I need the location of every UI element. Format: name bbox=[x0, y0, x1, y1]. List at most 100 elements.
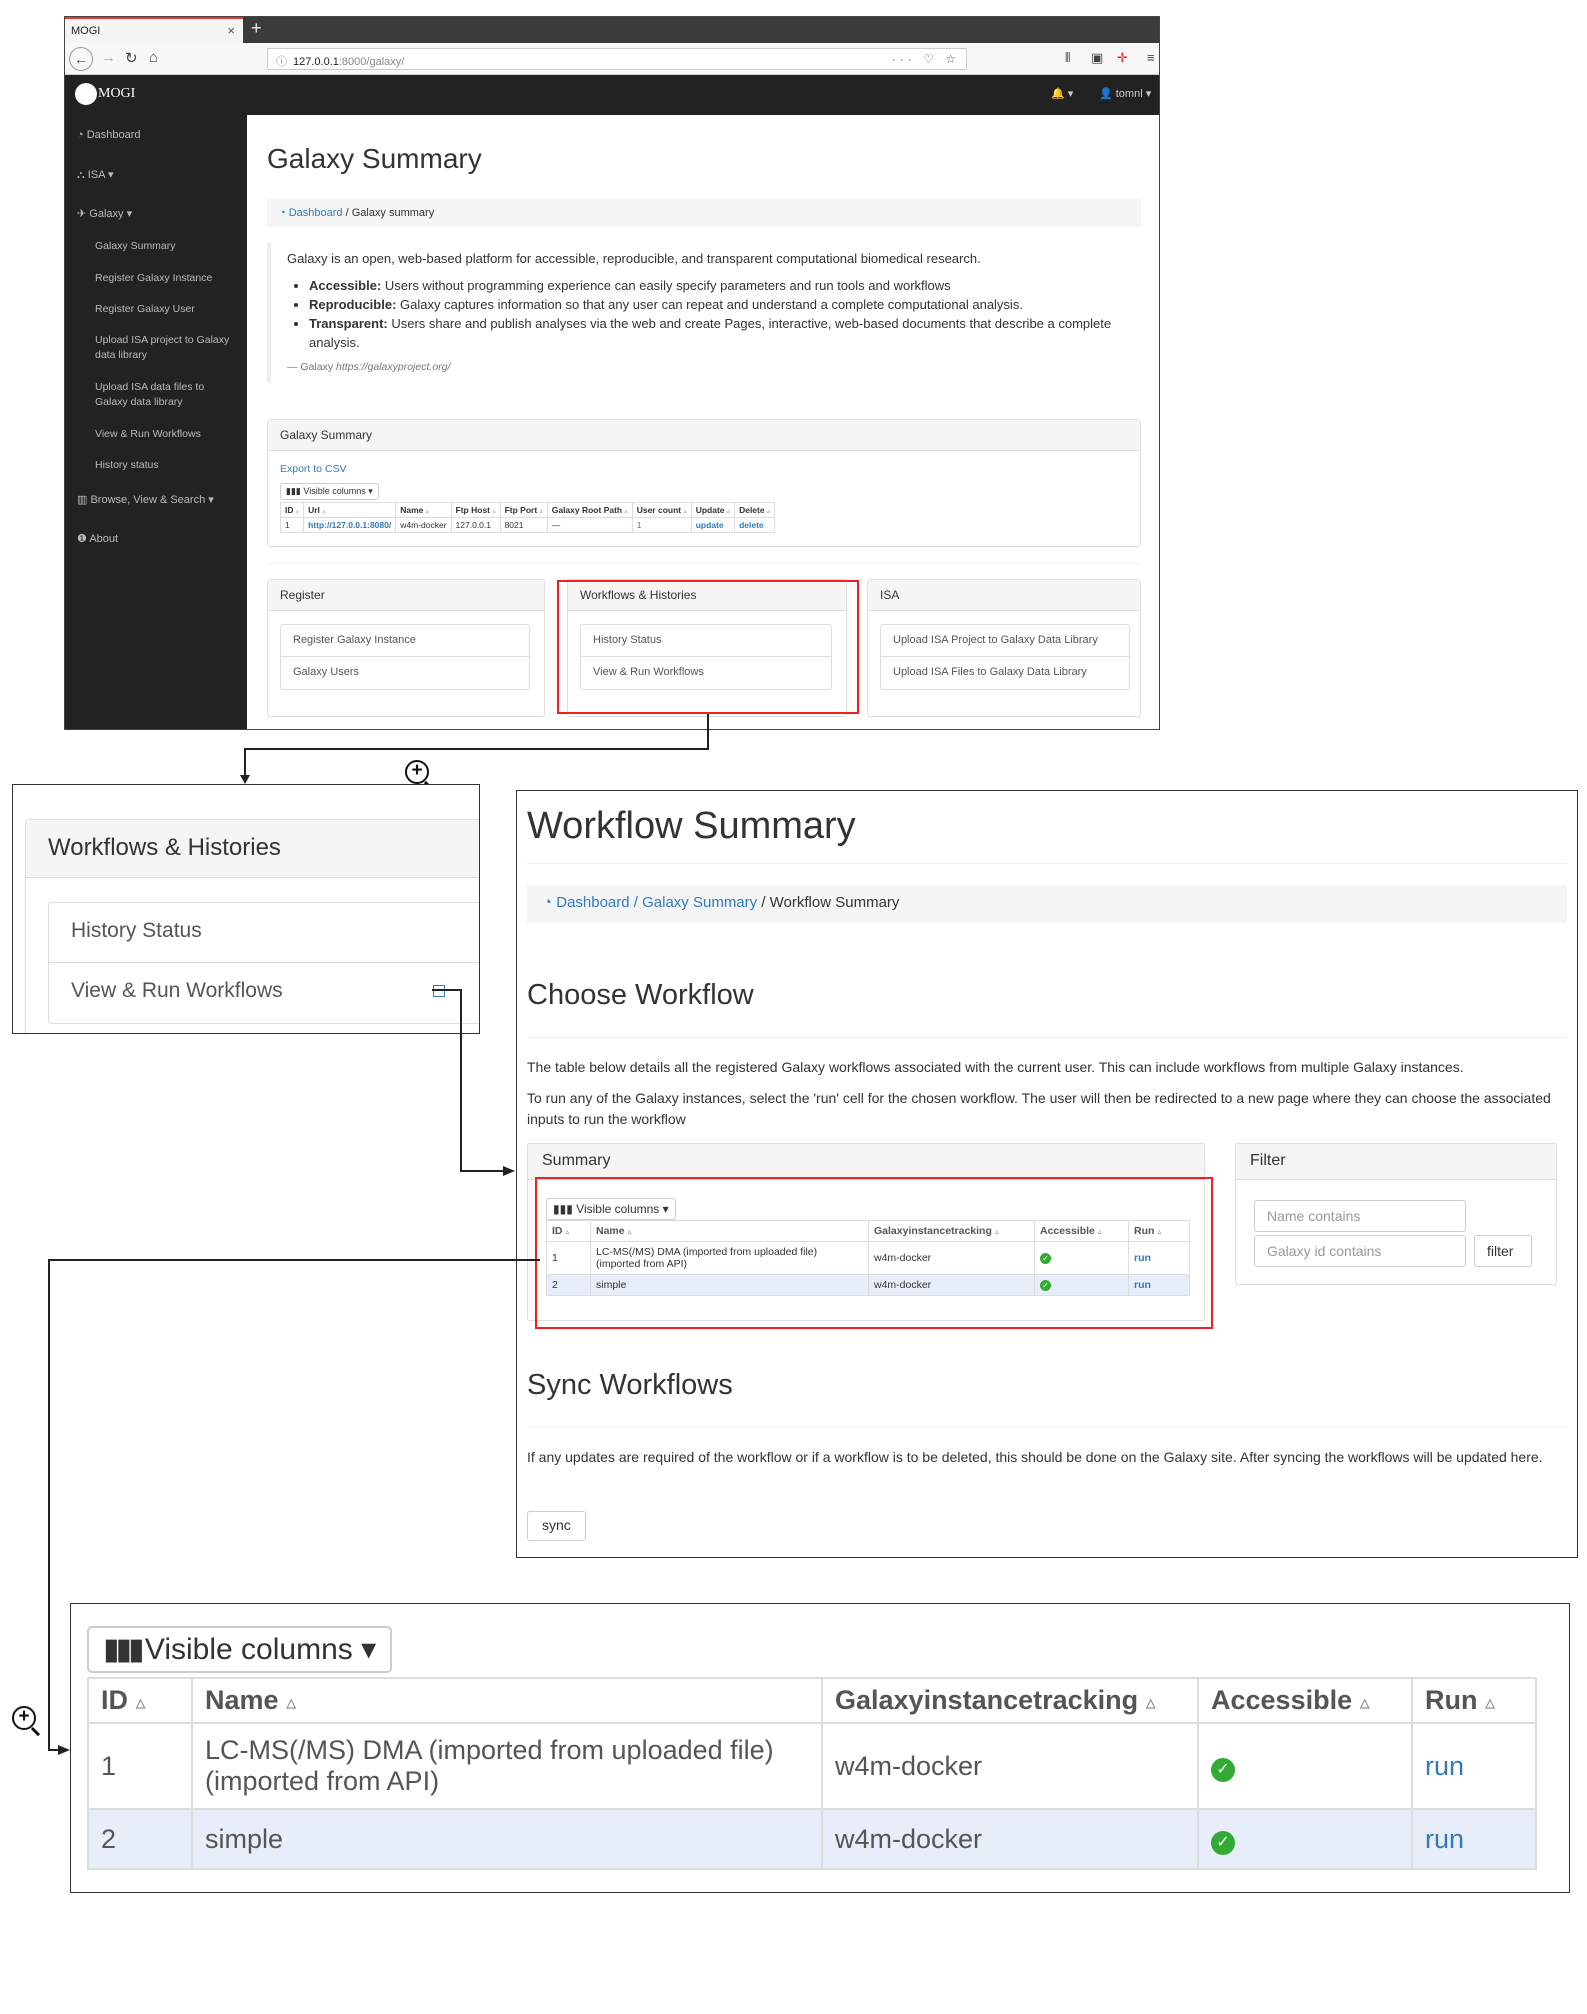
bullet-accessible: Accessible: Users without programming ex… bbox=[309, 276, 1125, 295]
col-url[interactable]: Url ▵ bbox=[303, 502, 397, 518]
connector-line bbox=[48, 1259, 50, 1751]
divider bbox=[527, 863, 1567, 864]
col-ftp-port[interactable]: Ftp Port ▵ bbox=[499, 502, 548, 518]
sidebar-item-register-galaxy-instance[interactable]: Register Galaxy Instance bbox=[95, 271, 235, 286]
col-name[interactable]: Name ▵ bbox=[191, 1677, 823, 1724]
bell-icon[interactable]: 🔔 ▾ bbox=[1051, 87, 1073, 100]
table-row: 1 LC-MS(/MS) DMA (imported from uploaded… bbox=[87, 1722, 1537, 1810]
url-actions[interactable]: ··· ♡ ☆ bbox=[892, 52, 960, 66]
panel-title: Galaxy Summary bbox=[268, 420, 1140, 451]
sidebar-item-browse[interactable]: ▥ Browse, View & Search ▾ bbox=[77, 493, 214, 506]
sidebar-item-view-run-workflows[interactable]: View & Run Workflows bbox=[95, 427, 235, 442]
app-navbar: MOGI 🔔 ▾ 👤 tomnl ▾ bbox=[65, 75, 1159, 115]
zoom-in-icon: + bbox=[405, 760, 429, 784]
zoom-panel-table: ▮▮▮ Visible columns ▾ ID ▵ Name ▵ Galaxy… bbox=[70, 1603, 1570, 1893]
visible-columns-button[interactable]: ▮▮▮ Visible columns ▾ bbox=[280, 483, 379, 500]
connector-line bbox=[707, 714, 709, 750]
sidebar-item-dashboard[interactable]: ◔ Dashboard bbox=[77, 129, 141, 141]
list-item-view-run-workflows[interactable]: View & Run Workflows bbox=[49, 963, 479, 1023]
sidebar-item-register-galaxy-user[interactable]: Register Galaxy User bbox=[95, 302, 235, 317]
filter-button[interactable]: filter bbox=[1474, 1235, 1532, 1267]
check-circle-icon: ✓ bbox=[1211, 1758, 1235, 1782]
register-panel: Register Register Galaxy Instance Galaxy… bbox=[267, 579, 545, 717]
columns-icon: ▮▮▮ bbox=[286, 486, 304, 496]
col-delete[interactable]: Delete ▵ bbox=[734, 502, 776, 518]
galaxy-bullets: Accessible: Users without programming ex… bbox=[309, 276, 1125, 352]
sync-button[interactable]: sync bbox=[527, 1511, 586, 1541]
workflow-table-zoomed: ID ▵ Name ▵ Galaxyinstancetracking ▵ Acc… bbox=[87, 1677, 1537, 1870]
name-filter-input[interactable]: Name contains bbox=[1254, 1200, 1466, 1232]
library-icon[interactable]: ⫴ bbox=[1065, 50, 1070, 66]
sidebar-item-history-status[interactable]: History status bbox=[95, 458, 235, 473]
list-item-register-galaxy-instance[interactable]: Register Galaxy Instance bbox=[281, 625, 529, 657]
caret-down-icon: ▾ bbox=[107, 169, 114, 181]
url-bar[interactable]: ⓘ 127.0.0.1:8000/galaxy/ ··· ♡ ☆ bbox=[267, 48, 967, 70]
list-item-galaxy-users[interactable]: Galaxy Users bbox=[281, 657, 529, 689]
zoom-panel-workflows: Workflows & Histories History Status Vie… bbox=[12, 784, 480, 1034]
new-tab-icon[interactable]: + bbox=[251, 18, 262, 39]
col-run[interactable]: Run ▵ bbox=[1411, 1677, 1537, 1724]
filter-panel-title: Filter bbox=[1236, 1144, 1556, 1180]
bar-chart-icon: ▥ bbox=[77, 494, 91, 506]
col-accessible[interactable]: Accessible ▵ bbox=[1197, 1677, 1413, 1724]
table-row: 1 http://127.0.0.1:8080/ w4m-docker 127.… bbox=[279, 517, 776, 533]
list-item-history-status[interactable]: History Status bbox=[49, 903, 479, 963]
tab-title: MOGI bbox=[71, 25, 101, 37]
col-galaxy-root-path[interactable]: Galaxy Root Path ▵ bbox=[546, 502, 633, 518]
run-link[interactable]: run bbox=[1411, 1808, 1537, 1870]
sidebar-item-galaxy[interactable]: ✈ Galaxy ▾ bbox=[77, 207, 132, 220]
lifebuoy-icon[interactable]: ✛ bbox=[1117, 50, 1128, 66]
sidebar-item-upload-isa-files[interactable]: Upload ISA data files to Galaxy data lib… bbox=[95, 380, 235, 410]
sidebar: ◔ Dashboard ⛬ ISA ▾ ✈ Galaxy ▾ Galaxy Su… bbox=[65, 115, 247, 729]
caret-down-icon: ▾ bbox=[126, 208, 133, 220]
home-icon[interactable]: ⌂ bbox=[149, 49, 158, 66]
arrow-right-icon bbox=[58, 1745, 70, 1755]
sidebar-item-about[interactable]: ❶ About bbox=[77, 532, 118, 545]
list-item-upload-isa-project[interactable]: Upload ISA Project to Galaxy Data Librar… bbox=[881, 625, 1129, 657]
run-instructions: To run any of the Galaxy instances, sele… bbox=[527, 1090, 1551, 1127]
col-ftp-host[interactable]: Ftp Host ▵ bbox=[450, 502, 501, 518]
tab-bar: MOGI × + bbox=[65, 17, 1159, 43]
col-galaxyinstancetracking[interactable]: Galaxyinstancetracking ▵ bbox=[821, 1677, 1199, 1724]
galaxy-intro: Galaxy is an open, web-based platform fo… bbox=[287, 251, 981, 266]
breadcrumb-links[interactable]: Dashboard / Galaxy Summary bbox=[556, 894, 757, 911]
export-csv-link[interactable]: Export to CSV bbox=[280, 463, 1128, 475]
divider bbox=[267, 563, 1141, 564]
galaxy-table: ID ▵ Url ▵ Name ▵ Ftp Host ▵ Ftp Port ▵ … bbox=[279, 502, 776, 533]
divider bbox=[527, 1427, 1567, 1428]
page-title: Workflow Summary bbox=[527, 805, 856, 847]
bullet-reproducible: Reproducible: Galaxy captures informatio… bbox=[309, 295, 1125, 314]
arrow-forward-icon[interactable]: → bbox=[101, 49, 116, 66]
isa-list: Upload ISA Project to Galaxy Data Librar… bbox=[880, 624, 1130, 690]
col-user-count[interactable]: User count ▵ bbox=[631, 502, 692, 518]
sidebar-item-isa[interactable]: ⛬ ISA ▾ bbox=[77, 168, 113, 182]
update-link[interactable]: update bbox=[690, 517, 736, 533]
col-name[interactable]: Name ▵ bbox=[395, 502, 452, 518]
user-menu[interactable]: 👤 tomnl ▾ bbox=[1099, 87, 1151, 100]
browser-tab[interactable]: MOGI × bbox=[65, 17, 243, 43]
col-id[interactable]: ID ▵ bbox=[87, 1677, 193, 1724]
workflows-list-zoomed: History Status View & Run Workflows bbox=[48, 902, 479, 1024]
run-link[interactable]: run bbox=[1411, 1722, 1537, 1810]
col-id[interactable]: ID ▵ bbox=[279, 502, 305, 518]
arrow-back-icon[interactable]: ← bbox=[69, 47, 93, 71]
galaxy-id-filter-input[interactable]: Galaxy id contains bbox=[1254, 1235, 1466, 1267]
menu-icon[interactable]: ≡ bbox=[1147, 50, 1155, 65]
breadcrumb-dashboard-link[interactable]: Dashboard bbox=[289, 207, 343, 219]
sidebar-item-galaxy-summary[interactable]: Galaxy Summary bbox=[95, 239, 235, 254]
col-update[interactable]: Update ▵ bbox=[690, 502, 736, 518]
dashboard-icon: ◔ bbox=[543, 894, 557, 911]
browser-window: MOGI × + ← → ↻ ⌂ ⓘ 127.0.0.1:8000/galaxy/… bbox=[64, 16, 1160, 730]
info-icon[interactable]: ⓘ bbox=[276, 56, 287, 68]
sync-description: If any updates are required of the workf… bbox=[527, 1449, 1543, 1465]
sidebar-toggle-icon[interactable]: ▣ bbox=[1091, 50, 1103, 66]
filter-panel: Filter Name contains Galaxy id contains … bbox=[1235, 1143, 1557, 1285]
reload-icon[interactable]: ↻ bbox=[125, 49, 138, 67]
delete-link[interactable]: delete bbox=[734, 517, 776, 533]
list-item-upload-isa-files[interactable]: Upload ISA Files to Galaxy Data Library bbox=[881, 657, 1129, 689]
url-path: :8000/galaxy/ bbox=[338, 56, 405, 68]
sidebar-item-upload-isa-project[interactable]: Upload ISA project to Galaxy data librar… bbox=[95, 333, 235, 363]
visible-columns-button[interactable]: ▮▮▮ Visible columns ▾ bbox=[87, 1626, 393, 1673]
mogi-logo[interactable]: MOGI bbox=[75, 83, 135, 105]
close-tab-icon[interactable]: × bbox=[227, 23, 235, 38]
